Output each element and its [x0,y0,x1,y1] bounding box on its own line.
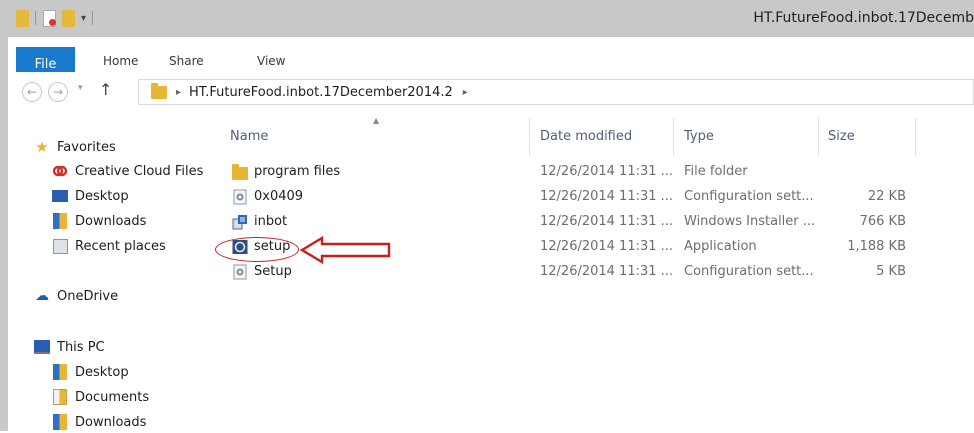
annotation-arrow-icon [300,236,391,264]
nav-favorites-label: Favorites [57,139,116,155]
file-type: Application [684,239,757,254]
address-bar-area: ← → ▾ ↑ ▸ HT.FutureFood.inbot.17December… [8,72,974,112]
documents-folder-icon [52,389,68,405]
file-size: 1,188 KB [847,239,906,254]
file-name: setup [254,239,291,254]
file-name: program files [254,164,341,179]
nav-favorites[interactable]: ★ Favorites [34,136,116,158]
window-title: HT.FutureFood.inbot.17Decemb [753,10,974,26]
configuration-file-icon [232,189,248,205]
file-type: Windows Installer ... [684,214,816,229]
windows-installer-icon [232,214,248,230]
file-list: ▲ Name Date modified Type Size program f… [210,112,974,431]
nav-pc-desktop-label: Desktop [75,364,129,380]
nav-downloads-label: Downloads [75,213,147,229]
forward-button[interactable]: → [48,82,68,102]
title-bar: ▾ HT.FutureFood.inbot.17Decemb [8,0,974,37]
recent-places-icon [52,238,68,254]
nav-creative-cloud-label: Creative Cloud Files [75,163,204,179]
nav-pc-documents-label: Documents [75,389,150,405]
folder-icon [232,164,248,180]
column-header-size[interactable]: Size [828,129,855,144]
folder-icon [16,9,29,27]
file-date: 12/26/2014 11:31 ... [540,239,674,254]
tab-view[interactable]: View [257,54,285,68]
recent-locations-button[interactable]: ▾ [78,83,83,93]
nav-this-pc[interactable]: This PC [34,336,105,358]
arrow-right-icon: → [52,85,64,99]
nav-pc-downloads-label: Downloads [75,414,147,430]
file-date: 12/26/2014 11:31 ... [540,189,674,204]
breadcrumb-chevron-icon: ▸ [176,86,182,98]
breadcrumb-path[interactable]: HT.FutureFood.inbot.17December2014.2 [189,85,453,100]
folder-icon [151,82,167,99]
breadcrumb-chevron-icon[interactable]: ▸ [463,87,468,98]
configuration-file-icon [232,264,248,280]
address-bar[interactable]: ▸ HT.FutureFood.inbot.17December2014.2 ▸ [138,79,974,105]
nav-pc-desktop[interactable]: Desktop [52,361,129,383]
sort-ascending-icon: ▲ [373,116,380,125]
file-name: 0x0409 [254,189,304,204]
file-type: File folder [684,164,748,179]
nav-creative-cloud[interactable]: Creative Cloud Files [52,160,203,182]
file-size: 766 KB [859,214,906,229]
navigation-pane: ★ Favorites Creative Cloud Files Desktop… [8,112,210,431]
application-icon [232,239,248,255]
file-row-0x0409[interactable]: 0x0409 12/26/2014 11:31 ... Configuratio… [210,185,974,210]
desktop-folder-icon [52,364,68,380]
tab-home[interactable]: Home [103,54,138,68]
nav-onedrive-label: OneDrive [57,288,119,304]
file-size: 5 KB [876,264,906,279]
file-type: Configuration sett... [684,189,814,204]
nav-pc-downloads[interactable]: Downloads [52,411,146,433]
computer-icon [34,339,50,355]
back-button[interactable]: ← [22,82,42,102]
file-date: 12/26/2014 11:31 ... [540,264,674,279]
properties-icon[interactable] [43,9,56,27]
ribbon: File Home Share View [8,37,974,81]
arrow-up-icon: ↑ [99,80,113,99]
file-size: 22 KB [867,189,906,204]
nav-recent-places[interactable]: Recent places [52,235,166,257]
file-date: 12/26/2014 11:31 ... [540,214,674,229]
nav-pc-documents[interactable]: Documents [52,386,149,408]
file-name: Setup [254,264,292,279]
nav-onedrive[interactable]: ☁ OneDrive [34,285,118,307]
creative-cloud-icon [52,163,68,179]
nav-recent-places-label: Recent places [75,238,166,254]
star-icon: ★ [35,138,49,156]
file-type: Configuration sett... [684,264,814,279]
downloads-folder-icon [52,414,68,430]
file-row-program-files[interactable]: program files 12/26/2014 11:31 ... File … [210,160,974,185]
chevron-down-icon: ▾ [78,83,83,93]
cloud-icon: ☁ [35,288,49,304]
nav-this-pc-label: This PC [57,339,105,355]
desktop-icon [52,188,68,204]
column-header-name[interactable]: Name [230,129,268,144]
quick-access-toolbar: ▾ [16,9,94,27]
nav-desktop[interactable]: Desktop [52,185,129,207]
file-name: inbot [254,214,288,229]
file-row-inbot[interactable]: inbot 12/26/2014 11:31 ... Windows Insta… [210,210,974,235]
tab-share[interactable]: Share [169,54,204,68]
column-header-date-modified[interactable]: Date modified [540,129,632,144]
column-header-type[interactable]: Type [684,129,714,144]
downloads-folder-icon [52,213,68,229]
customize-toolbar-icon[interactable]: ▾ [81,13,86,24]
nav-downloads[interactable]: Downloads [52,210,146,232]
file-date: 12/26/2014 11:31 ... [540,164,674,179]
new-folder-icon[interactable] [62,9,75,27]
up-button[interactable]: ↑ [99,80,112,99]
arrow-left-icon: ← [26,85,38,99]
nav-desktop-label: Desktop [75,188,129,204]
